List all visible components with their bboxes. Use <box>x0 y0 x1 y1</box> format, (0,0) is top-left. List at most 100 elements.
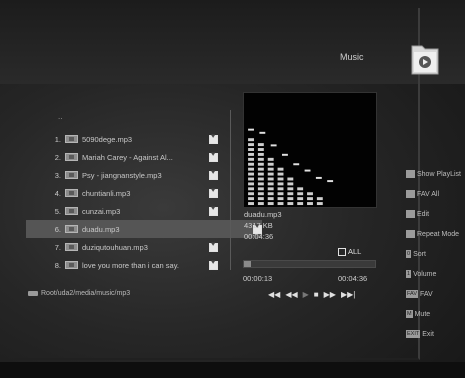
visualizer-bar <box>248 167 254 171</box>
visualizer-bar <box>267 167 274 171</box>
visualizer-bar <box>307 202 313 206</box>
menu-item-sort[interactable]: 0 Sort <box>406 248 426 260</box>
visualizer-bar <box>248 182 254 186</box>
audio-file-icon <box>65 207 78 215</box>
item-name: cunzai.mp3 <box>82 206 121 216</box>
item-name: duadu.mp3 <box>82 224 120 234</box>
play-icon[interactable]: ▶ <box>303 290 309 299</box>
menu-item-fav[interactable]: FAV FAV <box>406 288 433 300</box>
visualizer-bar <box>277 167 284 171</box>
visualizer-bar <box>257 167 264 171</box>
visualizer-bar <box>297 192 304 196</box>
favorite-icon[interactable] <box>209 259 218 270</box>
visualizer-bar <box>297 187 304 191</box>
menu-item-repeat-mode[interactable]: Repeat Mode <box>406 228 459 240</box>
list-item[interactable]: 3. Psy - jiangnanstyle.mp3 <box>48 166 218 184</box>
item-number: 4. <box>54 188 61 198</box>
menu-item-mute[interactable]: M Mute <box>406 308 430 320</box>
visualizer-bar <box>307 197 313 201</box>
menu-item-fav-all[interactable]: FAV All <box>406 188 439 200</box>
visualizer-bar <box>248 157 254 161</box>
progress-bar[interactable] <box>243 260 376 268</box>
visualizer-peak <box>259 131 266 134</box>
visualizer-bar <box>316 202 323 206</box>
parent-directory[interactable]: .. <box>58 112 62 121</box>
fast-forward-icon[interactable]: ▶▶ <box>324 290 336 299</box>
visualizer-bar <box>267 197 274 201</box>
favorite-icon[interactable] <box>209 133 218 144</box>
visualizer-bar <box>287 192 294 196</box>
visualizer-bar <box>277 187 284 191</box>
list-item[interactable]: 7. duziqutouhuan.mp3 <box>48 238 218 256</box>
visualizer-bar <box>248 148 254 151</box>
visualizer-bar <box>257 187 264 191</box>
visualizer-bar <box>257 172 264 176</box>
list-item[interactable]: 2. Mariah Carey - Against Al... <box>48 148 218 166</box>
list-item[interactable]: 5. cunzai.mp3 <box>48 202 218 220</box>
list-item[interactable]: 1. 5090dege.mp3 <box>48 130 218 148</box>
rewind-icon[interactable]: ◀◀ <box>285 290 297 299</box>
spectrum-visualizer <box>243 92 377 208</box>
menu-item-exit[interactable]: EXIT Exit <box>406 328 434 340</box>
favorite-icon[interactable] <box>209 241 218 252</box>
item-name: Mariah Carey - Against Al... <box>82 152 173 162</box>
item-number: 5. <box>54 206 61 216</box>
repeat-all-toggle[interactable]: ALL <box>338 247 361 256</box>
next-track-icon[interactable]: ▶▶| <box>341 290 355 299</box>
visualizer-bar <box>257 192 264 196</box>
playing-file-duration: 00:04:36 <box>244 232 274 241</box>
visualizer-bar <box>277 197 284 201</box>
item-number: 7. <box>54 242 61 252</box>
visualizer-bar <box>277 192 284 196</box>
favorite-icon[interactable] <box>209 151 218 162</box>
item-number: 2. <box>54 152 61 162</box>
visualizer-bar <box>307 192 313 196</box>
list-item[interactable]: 4. chuntianli.mp3 <box>48 184 218 202</box>
item-name: love you more than i can say. <box>82 260 179 270</box>
exit-key-icon: EXIT <box>406 330 421 338</box>
visualizer-peak <box>304 169 311 172</box>
visualizer-bar <box>248 202 254 206</box>
visualizer-bar <box>267 162 274 166</box>
audio-file-icon <box>65 171 78 179</box>
previous-track-icon[interactable]: ◀◀ <box>268 290 280 299</box>
stop-icon[interactable]: ■ <box>314 290 319 299</box>
visualizer-bar <box>257 152 264 156</box>
audio-file-icon <box>65 189 78 197</box>
visualizer-bar <box>287 177 294 181</box>
visualizer-peak <box>293 163 300 166</box>
elapsed-time: 00:00:13 <box>243 274 273 283</box>
visualizer-peak <box>315 176 322 179</box>
checkbox-icon <box>338 247 346 256</box>
favorite-icon[interactable] <box>209 205 218 216</box>
visualizer-bar <box>257 202 264 206</box>
list-item[interactable]: 8. love you more than i can say. <box>48 256 218 274</box>
fav-key-icon: FAV <box>406 290 418 298</box>
favorite-icon[interactable] <box>209 187 218 198</box>
blue-key-icon <box>406 230 415 238</box>
menu-item-edit[interactable]: Edit <box>406 208 429 220</box>
visualizer-bar <box>267 187 274 191</box>
item-number: 3. <box>54 170 61 180</box>
visualizer-bar <box>277 182 284 186</box>
item-name: duziqutouhuan.mp3 <box>82 242 148 252</box>
item-name: chuntianli.mp3 <box>82 188 131 198</box>
playing-file-size: 4317 KB <box>244 221 273 230</box>
menu-item-volume[interactable]: 1 Volume <box>406 268 436 280</box>
item-name: 5090dege.mp3 <box>82 134 133 144</box>
bottom-strip <box>0 362 465 378</box>
item-number: 1. <box>54 134 61 144</box>
visualizer-bar <box>277 172 284 176</box>
item-name: Psy - jiangnanstyle.mp3 <box>82 170 162 180</box>
visualizer-peak <box>281 153 288 156</box>
favorite-icon[interactable] <box>209 169 218 180</box>
list-scrollbar[interactable] <box>230 110 231 270</box>
page-title: Music <box>340 52 364 62</box>
visualizer-bar <box>316 197 323 201</box>
playback-controls: ◀◀ ◀◀ ▶ ■ ▶▶ ▶▶| <box>268 290 355 299</box>
visualizer-bar <box>287 202 294 206</box>
mute-key-icon: M <box>406 310 413 318</box>
menu-item-show-playlist[interactable]: Show PlayList <box>406 168 461 180</box>
list-item-selected[interactable]: 6. duadu.mp3 <box>26 220 262 238</box>
visualizer-peak <box>248 128 254 131</box>
